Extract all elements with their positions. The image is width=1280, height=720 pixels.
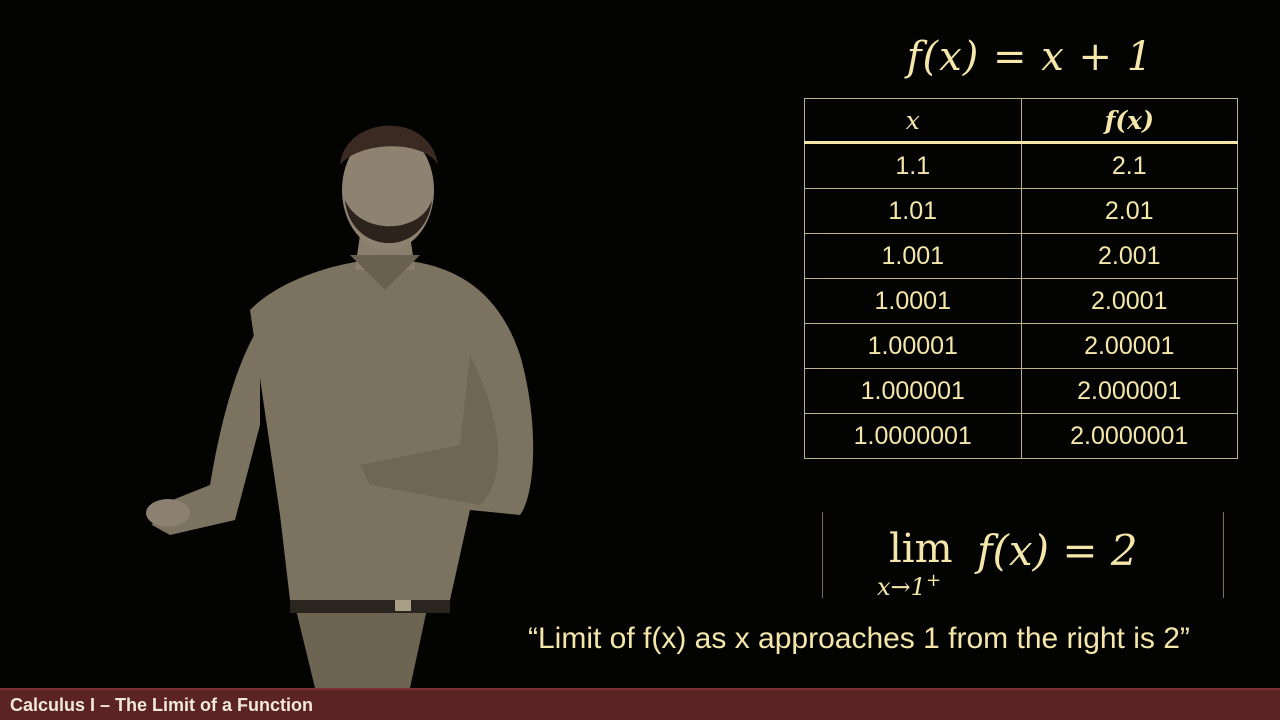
table-row: 1.00001 2.00001 <box>804 323 1238 369</box>
function-formula: f(x) = x + 1 <box>906 34 1154 80</box>
x-value: 1.01 <box>804 188 1022 234</box>
column-header-fx: f(x) <box>1020 98 1238 144</box>
limit-expression: f(x) = 2 <box>977 526 1138 575</box>
limit-statement: lim x→1+ f(x) = 2 <box>822 512 1224 601</box>
limit-arrow: → <box>890 573 911 601</box>
fx-value: 2.000001 <box>1020 368 1238 414</box>
fx-value: 2.00001 <box>1020 323 1238 369</box>
fx-value: 2.001 <box>1020 233 1238 279</box>
x-value: 1.001 <box>804 233 1022 279</box>
limit-variable: x <box>877 573 891 601</box>
limit-subscript: x→1+ <box>877 570 941 601</box>
column-header-x: x <box>804 98 1022 144</box>
limit-direction: + <box>925 570 942 591</box>
x-value: 1.00001 <box>804 323 1022 369</box>
table-row: 1.01 2.01 <box>804 188 1238 234</box>
table-row: 1.001 2.001 <box>804 233 1238 279</box>
values-table: x f(x) 1.1 2.1 1.01 2.01 1.001 2.001 1.0… <box>804 98 1238 459</box>
x-value: 1.0000001 <box>804 413 1022 459</box>
course-title: Calculus I – The Limit of a Function <box>10 695 314 715</box>
fx-value: 2.0001 <box>1020 278 1238 324</box>
table-row: 1.0001 2.0001 <box>804 278 1238 324</box>
presenter-figure <box>146 125 534 688</box>
fx-value: 2.1 <box>1020 142 1238 189</box>
limit-target: 1 <box>910 573 926 601</box>
x-value: 1.000001 <box>804 368 1022 414</box>
table-header-row: x f(x) <box>804 98 1238 144</box>
video-frame: f(x) = x + 1 x f(x) 1.1 2.1 1.01 2.01 1.… <box>0 0 1280 688</box>
x-value: 1.1 <box>804 142 1022 189</box>
fx-value: 2.0000001 <box>1020 413 1238 459</box>
table-row: 1.1 2.1 <box>804 142 1238 189</box>
table-row: 1.000001 2.000001 <box>804 368 1238 414</box>
footer-bar: Calculus I – The Limit of a Function <box>0 688 1280 720</box>
x-value: 1.0001 <box>804 278 1022 324</box>
table-row: 1.0000001 2.0000001 <box>804 413 1238 459</box>
limit-operator: lim <box>889 526 953 572</box>
fx-value: 2.01 <box>1020 188 1238 234</box>
limit-caption: “Limit of f(x) as x approaches 1 from th… <box>528 622 1190 655</box>
